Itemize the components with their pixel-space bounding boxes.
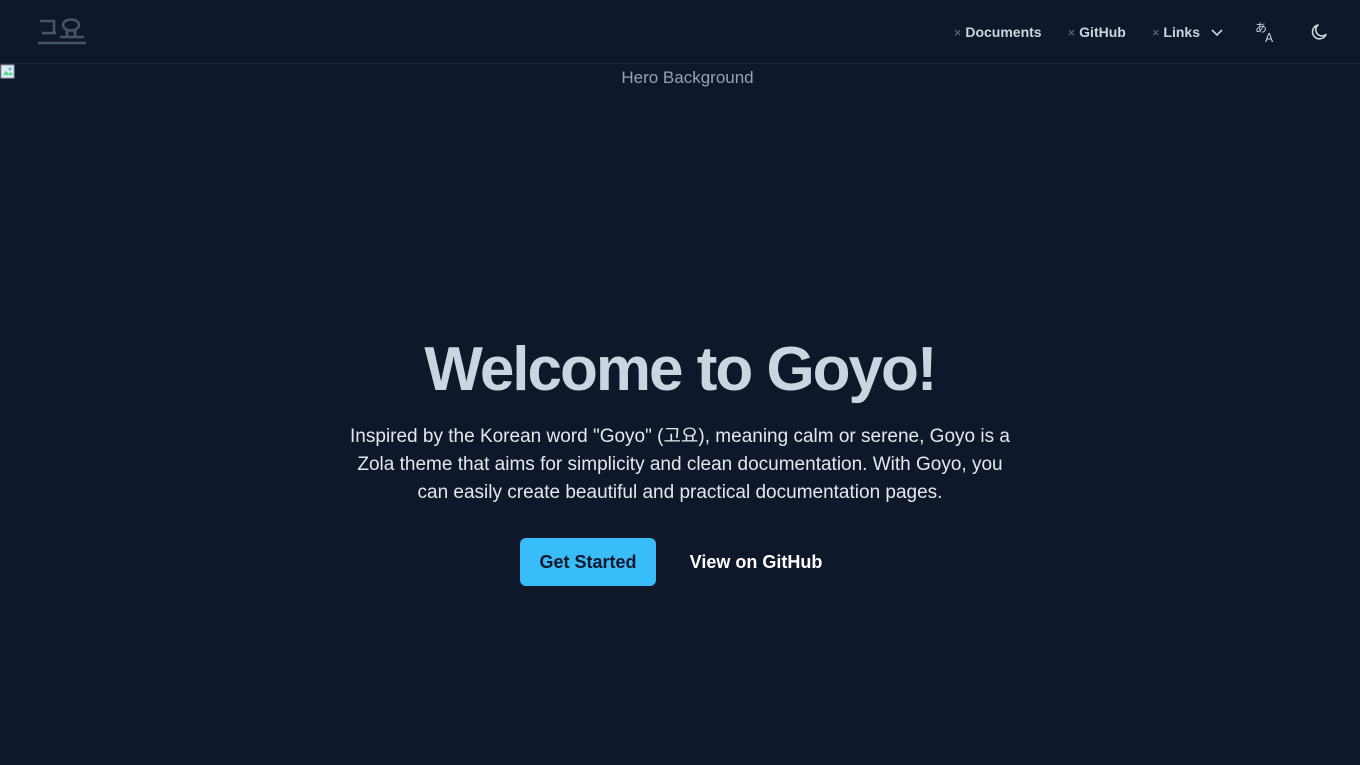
nav-menu: × Documents × GitHub × Links あ A: [928, 0, 1332, 64]
moon-icon: [1311, 24, 1327, 40]
nav-link-label: Links: [1163, 24, 1200, 40]
close-icon: ×: [953, 24, 962, 40]
hero-description: Inspired by the Korean word "Goyo" (고요),…: [350, 426, 1010, 503]
theme-toggle-button[interactable]: [1308, 20, 1332, 44]
close-icon: ×: [1067, 24, 1076, 40]
nav-link-label: Documents: [965, 24, 1042, 40]
hero-background-alt-text: Hero Background: [621, 68, 754, 87]
goyo-logo[interactable]: [36, 16, 88, 46]
nav-link-links-dropdown[interactable]: × Links: [1152, 24, 1224, 40]
hero-title: Welcome to Goyo!: [424, 335, 937, 404]
nav-link-documents[interactable]: × Documents: [954, 24, 1042, 40]
nav-link-github[interactable]: × GitHub: [1068, 24, 1126, 40]
get-started-button[interactable]: Get Started: [520, 538, 656, 586]
close-icon: ×: [1151, 24, 1160, 40]
svg-text:A: A: [1265, 31, 1274, 44]
language-switcher-button[interactable]: あ A: [1254, 20, 1278, 44]
view-on-github-button[interactable]: View on GitHub: [680, 538, 832, 586]
hero-background-image: Hero Background: [0, 64, 1360, 94]
translate-icon: あ A: [1255, 21, 1274, 44]
chevron-down-icon: [1211, 29, 1223, 37]
top-navbar: × Documents × GitHub × Links あ A: [0, 0, 1360, 64]
nav-link-label: GitHub: [1079, 24, 1126, 40]
